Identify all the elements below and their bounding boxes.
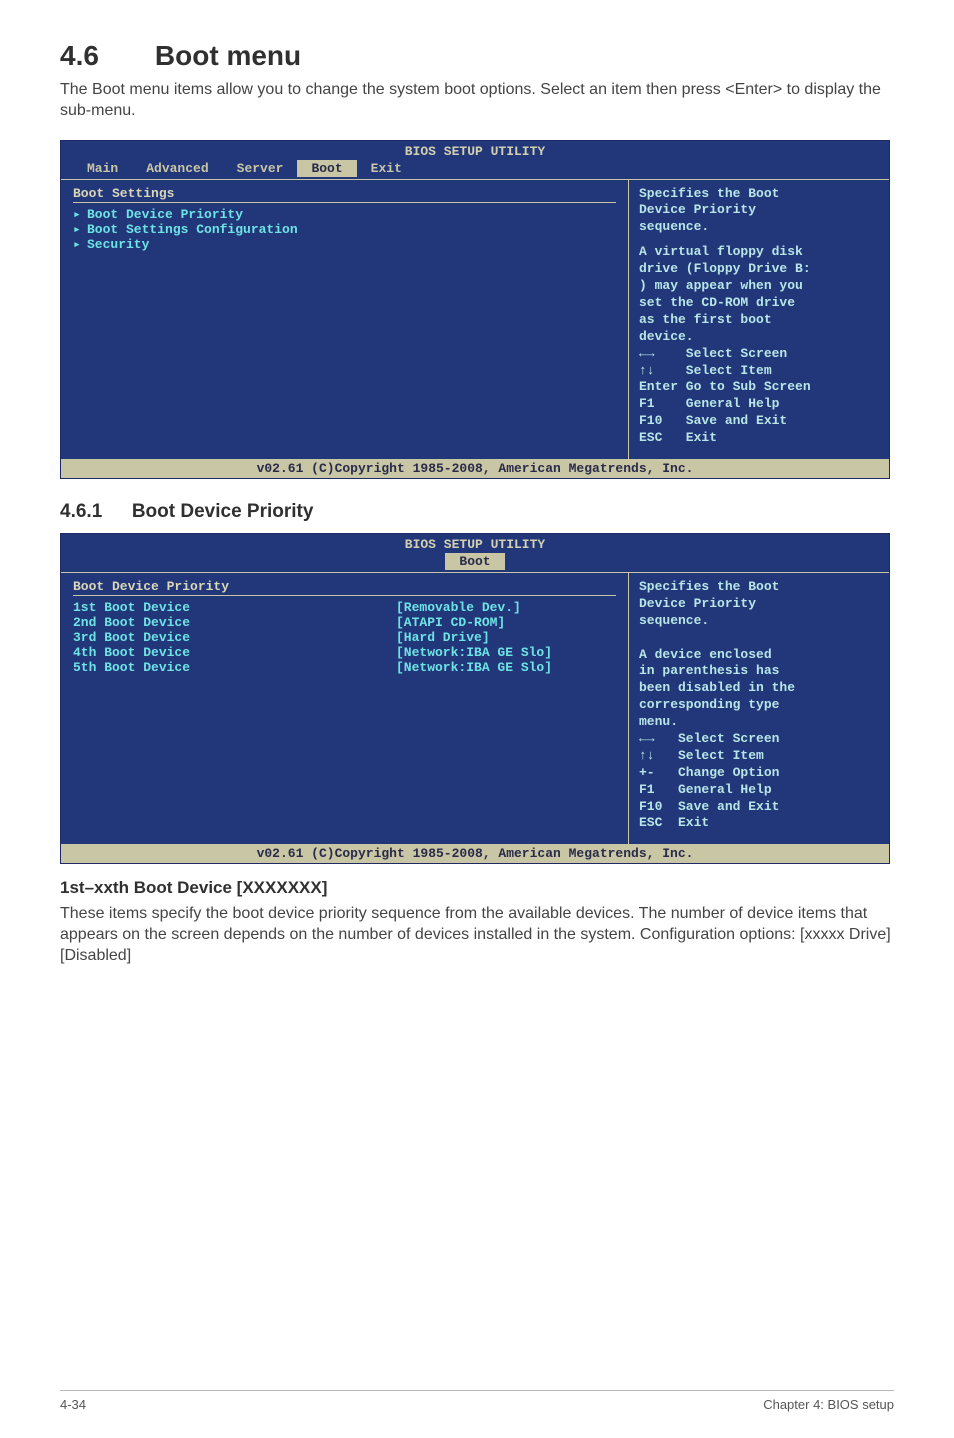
boot-device-value: [Network:IBA GE Slo]: [396, 645, 616, 660]
bios-left-pane: Boot Settings ▸Boot Device Priority▸Boot…: [61, 180, 629, 459]
bios-help-title: Specifies the Boot Device Priority seque…: [639, 186, 879, 237]
boot-device-label: 3rd Boot Device: [73, 630, 396, 645]
boot-device-row[interactable]: 4th Boot Device[Network:IBA GE Slo]: [73, 645, 616, 660]
section-description: The Boot menu items allow you to change …: [60, 80, 894, 122]
menu-item-label: Boot Device Priority: [87, 207, 616, 222]
bios-title: BIOS SETUP UTILITY: [61, 141, 889, 160]
bios-help-pane: Specifies the Boot Device Priority seque…: [629, 180, 889, 459]
boot-device-row[interactable]: 1st Boot Device[Removable Dev.]: [73, 600, 616, 615]
menu-item[interactable]: ▸Boot Settings Configuration: [73, 222, 616, 237]
submenu-arrow-icon: ▸: [73, 222, 87, 237]
boot-device-value: [Network:IBA GE Slo]: [396, 660, 616, 675]
submenu-arrow-icon: ▸: [73, 207, 87, 222]
bios-tabbar: MainAdvancedServerBootExit: [61, 160, 889, 179]
boot-device-row[interactable]: 5th Boot Device[Network:IBA GE Slo]: [73, 660, 616, 675]
menu-item-label: Security: [87, 237, 616, 252]
bios-pane-heading: Boot Device Priority: [73, 579, 616, 594]
menu-item[interactable]: ▸Security: [73, 237, 616, 252]
boot-device-row[interactable]: 3rd Boot Device[Hard Drive]: [73, 630, 616, 645]
field-heading: 1st–xxth Boot Device [XXXXXXX]: [60, 878, 894, 898]
tab-main[interactable]: Main: [73, 160, 132, 177]
boot-device-label: 5th Boot Device: [73, 660, 396, 675]
tab-advanced[interactable]: Advanced: [132, 160, 222, 177]
bios-tabbar: Boot: [61, 553, 889, 572]
submenu-arrow-icon: ▸: [73, 237, 87, 252]
bios-help-body: A virtual floppy disk drive (Floppy Driv…: [639, 244, 879, 345]
chapter-label: Chapter 4: BIOS setup: [763, 1397, 894, 1412]
boot-device-label: 2nd Boot Device: [73, 615, 396, 630]
boot-device-value: [Removable Dev.]: [396, 600, 616, 615]
bios-panel-boot-menu: BIOS SETUP UTILITY MainAdvancedServerBoo…: [60, 140, 890, 479]
subsection-number: 4.6.1: [60, 501, 102, 522]
bios-key-legend: ←→ Select Screen ↑↓ Select Item Enter Go…: [639, 346, 879, 447]
bios-key-legend: ←→ Select Screen ↑↓ Select Item +- Chang…: [639, 731, 879, 832]
subsection-title: Boot Device Priority: [132, 501, 314, 522]
menu-item-label: Boot Settings Configuration: [87, 222, 616, 237]
page-footer: 4-34 Chapter 4: BIOS setup: [60, 1390, 894, 1412]
field-description: These items specify the boot device prio…: [60, 904, 894, 966]
bios-copyright: v02.61 (C)Copyright 1985-2008, American …: [61, 844, 889, 863]
bios-left-pane: Boot Device Priority 1st Boot Device[Rem…: [61, 573, 629, 844]
tab-boot[interactable]: Boot: [297, 160, 356, 177]
tab-server[interactable]: Server: [223, 160, 298, 177]
bios-help-text: Specifies the Boot Device Priority seque…: [639, 579, 879, 731]
divider: [73, 202, 616, 203]
boot-device-value: [Hard Drive]: [396, 630, 616, 645]
bios-title: BIOS SETUP UTILITY: [61, 534, 889, 553]
boot-device-label: 4th Boot Device: [73, 645, 396, 660]
boot-device-label: 1st Boot Device: [73, 600, 396, 615]
bios-pane-heading: Boot Settings: [73, 186, 616, 201]
tab-boot[interactable]: Boot: [445, 553, 504, 570]
divider: [73, 595, 616, 596]
bios-copyright: v02.61 (C)Copyright 1985-2008, American …: [61, 459, 889, 478]
boot-device-row[interactable]: 2nd Boot Device[ATAPI CD-ROM]: [73, 615, 616, 630]
bios-help-pane: Specifies the Boot Device Priority seque…: [629, 573, 889, 844]
tab-exit[interactable]: Exit: [357, 160, 416, 177]
subsection-heading: 4.6.1 Boot Device Priority: [60, 501, 894, 523]
section-heading: 4.6 Boot menu: [60, 40, 894, 72]
boot-device-value: [ATAPI CD-ROM]: [396, 615, 616, 630]
bios-panel-boot-priority: BIOS SETUP UTILITY Boot Boot Device Prio…: [60, 533, 890, 864]
page-number: 4-34: [60, 1397, 86, 1412]
menu-item[interactable]: ▸Boot Device Priority: [73, 207, 616, 222]
